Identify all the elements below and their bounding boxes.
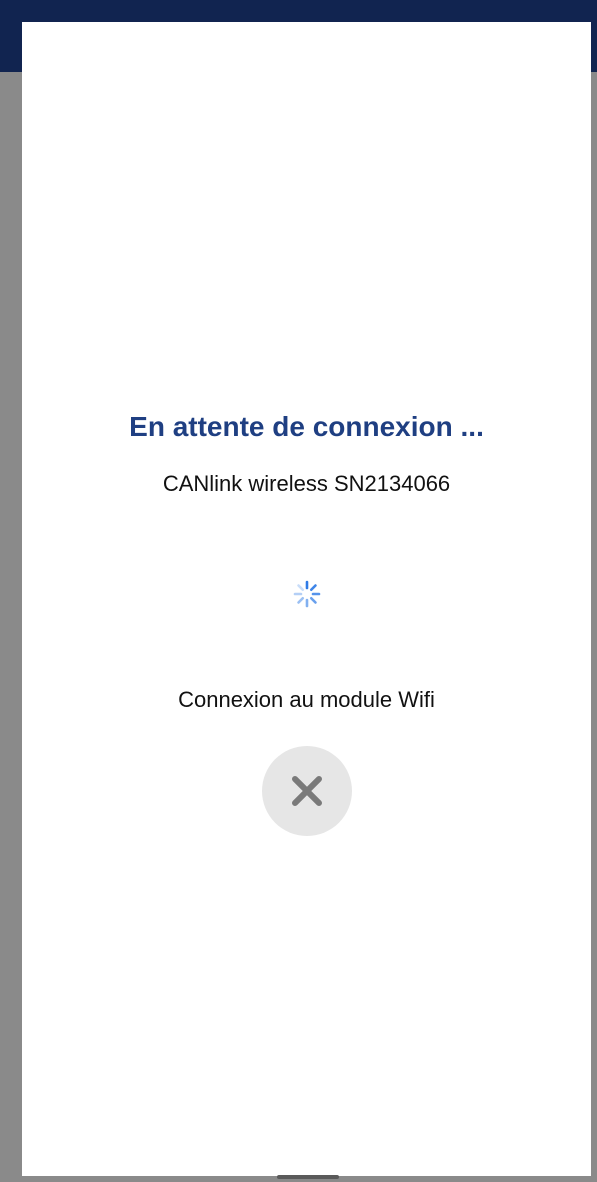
device-name: CANlink wireless SN2134066 — [162, 471, 451, 496]
close-icon — [292, 776, 322, 806]
dialog-title: En attente de connexion ... — [129, 411, 484, 442]
connection-dialog: En attente de connexion ... CANlink wire… — [22, 22, 591, 1176]
loading-spinner-icon — [293, 580, 321, 608]
status-text: Connexion au module Wifi — [178, 687, 435, 712]
home-indicator — [277, 1175, 339, 1179]
close-button[interactable] — [262, 746, 352, 836]
